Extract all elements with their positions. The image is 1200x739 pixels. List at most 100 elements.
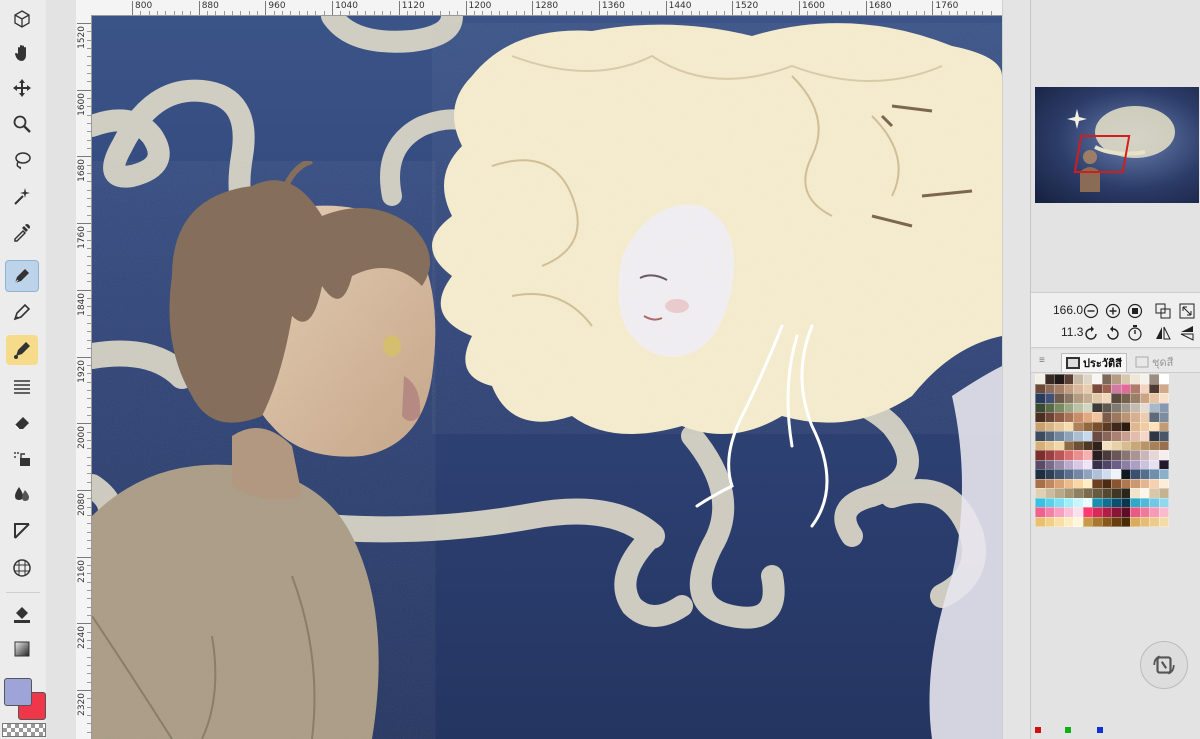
canvas-vertical-scrollbar[interactable] — [1002, 0, 1031, 739]
ruler-minor-tick — [815, 11, 817, 15]
ruler-major-tick — [77, 423, 91, 425]
ruler-minor-tick — [698, 11, 700, 15]
ruler-label: 1200 — [468, 1, 492, 11]
tab-color-set-label: ชุดสี — [1152, 357, 1174, 369]
transparent-color-swatch[interactable] — [2, 723, 46, 737]
ruler-minor-tick — [790, 11, 792, 15]
ruler-minor-tick — [87, 264, 91, 266]
tab-color-history[interactable]: ประวัติสี — [1061, 353, 1127, 372]
ruler-minor-tick — [290, 11, 292, 15]
vertical-ruler: 1520 1600 1680 1760 1840 1920 2000 2080 2160 2240… — [76, 15, 92, 739]
panel-menu-icon[interactable]: ≡ — [1039, 355, 1045, 366]
ruler-minor-tick — [87, 531, 91, 533]
ruler-minor-tick — [87, 715, 91, 716]
navigator-view-frame[interactable] — [1073, 135, 1131, 173]
ruler-minor-tick — [87, 273, 91, 275]
ruler-minor-tick — [87, 581, 91, 583]
zoom-out-icon[interactable] — [1083, 303, 1099, 319]
ruler-minor-tick — [165, 11, 167, 15]
magic-wand-icon[interactable] — [6, 181, 38, 211]
ruler-minor-tick — [87, 39, 91, 41]
pen-tool-icon[interactable] — [5, 260, 39, 292]
fill-bucket-icon[interactable] — [6, 443, 38, 473]
ruler-minor-tick — [223, 11, 225, 15]
ruler-minor-tick — [515, 11, 517, 15]
move-tool-icon[interactable] — [6, 73, 38, 103]
ruler-label: 880 — [201, 1, 219, 11]
ruler-label: 1520 — [735, 1, 759, 11]
rotate-right-icon[interactable] — [1105, 325, 1121, 341]
ruler-minor-tick — [773, 11, 775, 15]
ruler-minor-tick — [640, 11, 642, 15]
ruler-label: 1760 — [935, 1, 959, 11]
foreground-color-swatch[interactable] — [4, 678, 32, 706]
ruler-minor-tick — [582, 11, 584, 15]
color-swatch[interactable] — [1158, 516, 1169, 527]
navigator-thumbnail[interactable] — [1035, 87, 1199, 203]
ruler-minor-tick — [707, 11, 709, 15]
ruler-minor-tick — [648, 11, 650, 15]
ruler-minor-tick — [87, 106, 91, 108]
fit-view-icon[interactable] — [1127, 303, 1143, 319]
eraser-icon[interactable] — [6, 407, 38, 437]
ruler-label: 960 — [268, 1, 286, 11]
brush-tool-icon[interactable] — [6, 335, 38, 365]
zoom-tool-icon[interactable] — [6, 109, 38, 139]
ruler-major-tick — [77, 156, 91, 158]
ruler-minor-tick — [974, 11, 976, 15]
mesh-transform-icon[interactable] — [6, 553, 38, 583]
ruler-minor-tick — [87, 698, 91, 700]
ruler-major-tick — [598, 1, 600, 15]
zoom-in-icon[interactable] — [1105, 303, 1121, 319]
ruler-label: 1360 — [601, 1, 625, 11]
ruler-minor-tick — [87, 64, 91, 66]
pencil-tool-icon[interactable] — [6, 297, 38, 327]
flip-vertical-icon[interactable] — [1179, 325, 1195, 341]
ruler-minor-tick — [87, 439, 91, 441]
tab-color-set[interactable]: ชุดสี — [1131, 353, 1177, 371]
ruler-minor-tick — [673, 11, 675, 15]
drawing-canvas[interactable] — [92, 16, 1002, 739]
hand-tool-icon[interactable] — [6, 38, 38, 68]
ruler-minor-tick — [423, 11, 425, 15]
ruler-minor-tick — [357, 11, 359, 15]
ruler-minor-tick — [840, 11, 842, 15]
ruler-minor-tick — [87, 673, 91, 675]
ruler-minor-tick — [490, 11, 492, 15]
ruler-minor-tick — [857, 11, 859, 15]
reset-rotation-icon[interactable] — [1127, 325, 1143, 341]
eyedropper-icon[interactable] — [6, 217, 38, 247]
ruler-minor-tick — [87, 239, 91, 241]
lasso-tool-icon[interactable] — [6, 145, 38, 175]
rotate-left-icon[interactable] — [1083, 325, 1099, 341]
ruler-minor-tick — [87, 173, 91, 175]
ruler-shape-icon[interactable] — [6, 516, 38, 546]
hatching-icon[interactable] — [6, 371, 38, 401]
blend-tool-icon[interactable] — [6, 479, 38, 509]
flip-horizontal-icon[interactable] — [1155, 325, 1171, 341]
ruler-minor-tick — [590, 11, 592, 15]
ruler-label: 1120 — [401, 1, 425, 11]
color-palette-header: ≡ ประวัติสี ชุดสี — [1031, 350, 1200, 373]
quick-access-button[interactable] — [1140, 641, 1188, 689]
ruler-minor-tick — [407, 11, 409, 15]
ruler-major-tick — [332, 1, 334, 15]
ruler-minor-tick — [298, 11, 300, 15]
ruler-label: 1760 — [77, 226, 87, 249]
ruler-minor-tick — [273, 11, 275, 15]
fit-window-icon[interactable] — [1179, 303, 1195, 319]
object-selection-icon[interactable] — [6, 4, 38, 34]
fill-tool-icon[interactable] — [6, 599, 38, 629]
actual-size-icon[interactable] — [1155, 303, 1171, 319]
film-strip-icon — [1066, 357, 1080, 369]
ruler-label: 1040 — [335, 1, 358, 11]
ruler-minor-tick — [87, 148, 91, 150]
ruler-minor-tick — [87, 606, 91, 608]
ruler-minor-tick — [87, 706, 91, 708]
gradient-tool-icon[interactable] — [6, 634, 38, 664]
ruler-minor-tick — [173, 11, 175, 15]
ruler-minor-tick — [623, 11, 625, 15]
ruler-minor-tick — [87, 448, 91, 450]
ruler-label: 2160 — [77, 559, 87, 583]
ruler-major-tick — [265, 1, 267, 15]
